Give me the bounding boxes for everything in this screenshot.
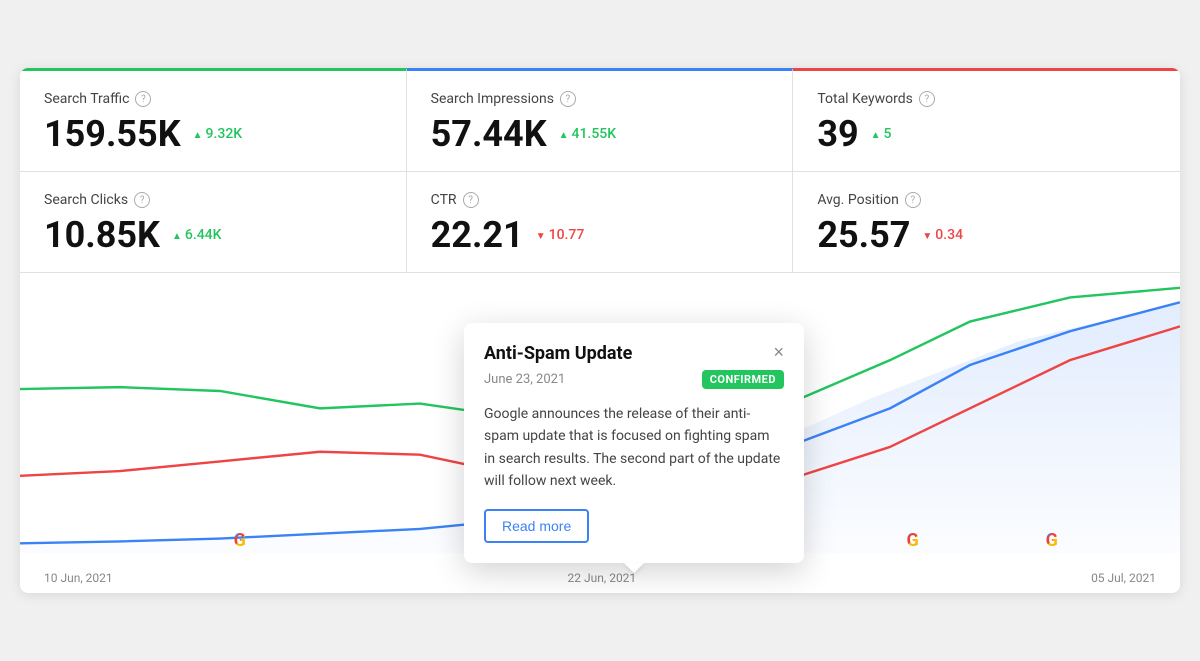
metrics-top-row: Search Traffic ? 159.55K 9.32K Search Im… — [20, 68, 1180, 172]
popup-body: Google announces the release of their an… — [484, 403, 784, 493]
help-icon-search-clicks[interactable]: ? — [134, 192, 150, 208]
confirmed-badge: CONFIRMED — [702, 370, 784, 389]
metric-value-search-traffic: 159.55K 9.32K — [44, 113, 382, 155]
metric-label-ctr: CTR ? — [431, 192, 769, 208]
arrow-up-icon — [172, 227, 182, 243]
arrow-down-icon — [922, 227, 932, 243]
metric-search-traffic: Search Traffic ? 159.55K 9.32K — [20, 68, 407, 171]
popup-header: Anti-Spam Update × — [484, 343, 784, 364]
metric-ctr: CTR ? 22.21 10.77 — [407, 172, 794, 272]
help-icon-avg-position[interactable]: ? — [905, 192, 921, 208]
metrics-bottom-row: Search Clicks ? 10.85K 6.44K CTR ? 22.21 — [20, 172, 1180, 273]
dashboard: Search Traffic ? 159.55K 9.32K Search Im… — [20, 68, 1180, 593]
metric-avg-position: Avg. Position ? 25.57 0.34 — [793, 172, 1180, 272]
popup-close-button[interactable]: × — [773, 343, 784, 361]
arrow-down-icon — [536, 227, 546, 243]
chart-area: G G G G 10 Jun, 2021 22 Jun, 2021 05 Jul… — [20, 273, 1180, 593]
metric-total-keywords: Total Keywords ? 39 5 — [793, 68, 1180, 171]
metric-search-clicks: Search Clicks ? 10.85K 6.44K — [20, 172, 407, 272]
metric-value-search-clicks: 10.85K 6.44K — [44, 214, 382, 256]
popup-date: June 23, 2021 — [484, 372, 565, 387]
metric-delta-total-keywords: 5 — [871, 126, 892, 142]
metric-delta-ctr: 10.77 — [536, 227, 585, 243]
metric-value-search-impressions: 57.44K 41.55K — [431, 113, 769, 155]
help-icon-search-traffic[interactable]: ? — [135, 91, 151, 107]
arrow-up-icon — [871, 126, 881, 142]
metric-label-total-keywords: Total Keywords ? — [817, 91, 1156, 107]
google-event-4[interactable]: G — [1041, 529, 1063, 551]
chart-date-start: 10 Jun, 2021 — [44, 571, 113, 585]
google-event-1[interactable]: G — [229, 529, 251, 551]
read-more-button[interactable]: Read more — [484, 509, 589, 543]
metric-label-search-impressions: Search Impressions ? — [431, 91, 769, 107]
arrow-up-icon — [193, 126, 203, 142]
event-popup: Anti-Spam Update × June 23, 2021 CONFIRM… — [464, 323, 804, 563]
metric-delta-search-clicks: 6.44K — [172, 227, 222, 243]
chart-date-mid: 22 Jun, 2021 — [568, 571, 637, 585]
google-event-3[interactable]: G — [902, 529, 924, 551]
arrow-up-icon — [559, 126, 569, 142]
metric-label-search-clicks: Search Clicks ? — [44, 192, 382, 208]
metric-value-total-keywords: 39 5 — [817, 113, 1156, 155]
metric-value-avg-position: 25.57 0.34 — [817, 214, 1156, 256]
metric-delta-search-traffic: 9.32K — [193, 126, 243, 142]
chart-date-end: 05 Jul, 2021 — [1091, 571, 1156, 585]
help-icon-total-keywords[interactable]: ? — [919, 91, 935, 107]
popup-title: Anti-Spam Update — [484, 343, 632, 364]
metric-search-impressions: Search Impressions ? 57.44K 41.55K — [407, 68, 794, 171]
help-icon-search-impressions[interactable]: ? — [560, 91, 576, 107]
metric-label-search-traffic: Search Traffic ? — [44, 91, 382, 107]
metric-delta-avg-position: 0.34 — [922, 227, 963, 243]
metric-delta-search-impressions: 41.55K — [559, 126, 616, 142]
metric-value-ctr: 22.21 10.77 — [431, 214, 769, 256]
help-icon-ctr[interactable]: ? — [463, 192, 479, 208]
metric-label-avg-position: Avg. Position ? — [817, 192, 1156, 208]
popup-meta: June 23, 2021 CONFIRMED — [484, 370, 784, 389]
